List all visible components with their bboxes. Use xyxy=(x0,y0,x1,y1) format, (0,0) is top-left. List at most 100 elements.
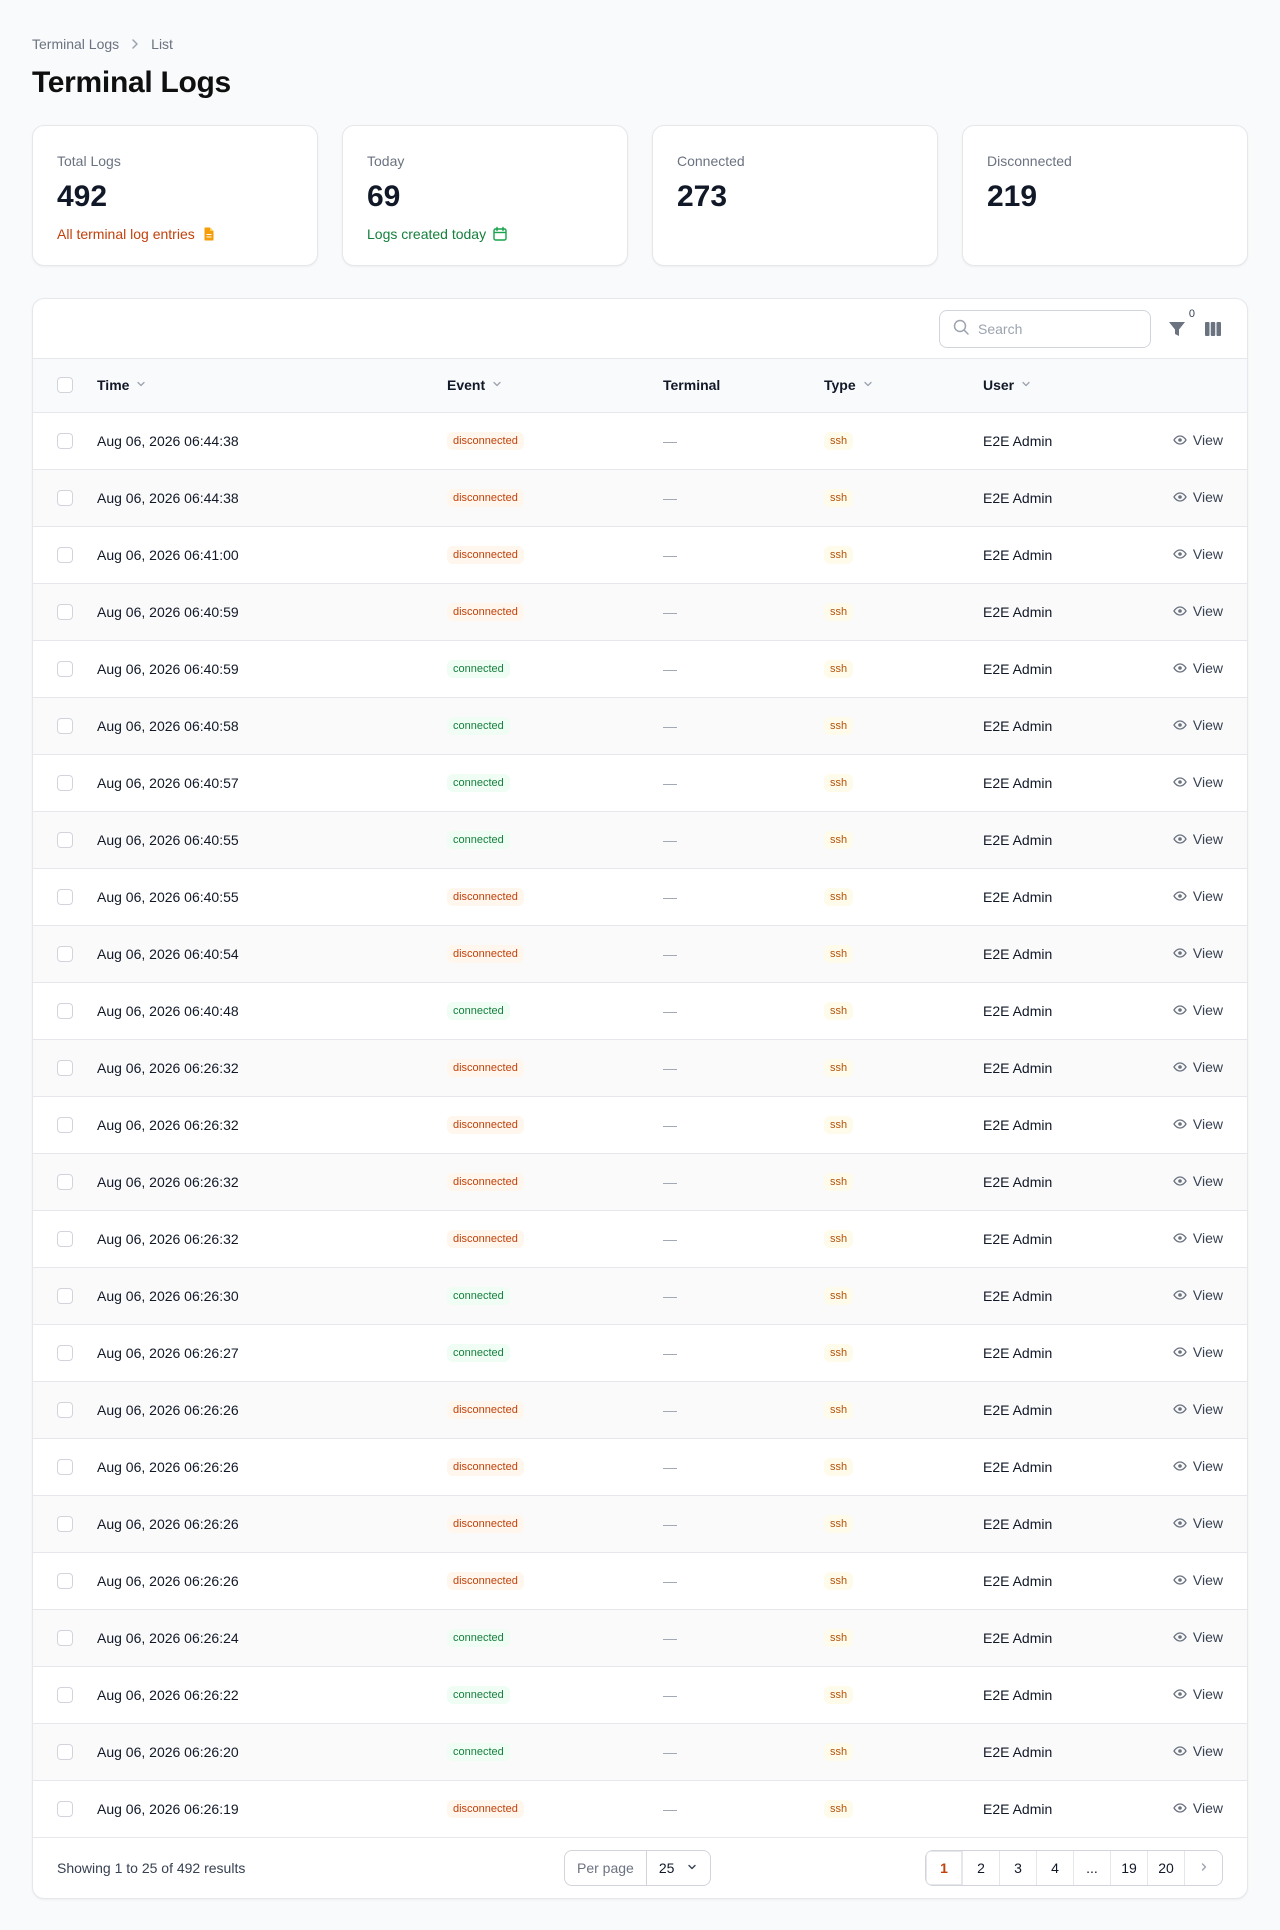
row-checkbox[interactable] xyxy=(57,1401,73,1418)
event-badge: connected xyxy=(447,717,510,735)
view-button[interactable]: View xyxy=(1173,1287,1223,1303)
view-button[interactable]: View xyxy=(1173,1230,1223,1246)
cell-type: ssh xyxy=(824,1780,983,1837)
row-checkbox[interactable] xyxy=(57,1059,73,1076)
view-button[interactable]: View xyxy=(1173,660,1223,676)
filter-button[interactable]: 0 xyxy=(1167,306,1197,339)
row-checkbox[interactable] xyxy=(57,432,73,449)
row-checkbox[interactable] xyxy=(57,1173,73,1190)
view-button[interactable]: View xyxy=(1173,1686,1223,1702)
cell-time: Aug 06, 2026 06:40:55 xyxy=(97,888,239,905)
row-checkbox[interactable] xyxy=(57,1686,73,1703)
row-select-cell xyxy=(33,640,97,697)
page-button[interactable]: 2 xyxy=(963,1850,1000,1885)
view-button[interactable]: View xyxy=(1173,1116,1223,1132)
column-header-event[interactable]: Event xyxy=(447,359,663,412)
page-button[interactable]: 20 xyxy=(1148,1850,1185,1885)
columns-toggle-button[interactable] xyxy=(1203,319,1223,339)
row-checkbox[interactable] xyxy=(57,888,73,905)
cell-event: disconnected xyxy=(447,1552,663,1609)
search-input[interactable] xyxy=(978,320,1138,337)
view-button[interactable]: View xyxy=(1173,945,1223,961)
cell-type: ssh xyxy=(824,1267,983,1324)
view-button[interactable]: View xyxy=(1173,1572,1223,1588)
row-checkbox[interactable] xyxy=(57,1002,73,1019)
cell-event: connected xyxy=(447,1267,663,1324)
view-button[interactable]: View xyxy=(1173,1059,1223,1075)
cell-terminal: — xyxy=(663,526,824,583)
chevron-down-icon xyxy=(1020,377,1032,393)
row-checkbox[interactable] xyxy=(57,1116,73,1133)
row-checkbox[interactable] xyxy=(57,1344,73,1361)
cell-event: disconnected xyxy=(447,1153,663,1210)
row-checkbox[interactable] xyxy=(57,1572,73,1589)
view-button[interactable]: View xyxy=(1173,1743,1223,1759)
view-button[interactable]: View xyxy=(1173,489,1223,505)
row-checkbox[interactable] xyxy=(57,1458,73,1475)
event-badge: disconnected xyxy=(447,489,524,507)
stat-description: Logs created today xyxy=(367,224,603,244)
page-button[interactable]: 4 xyxy=(1037,1850,1074,1885)
view-button[interactable]: View xyxy=(1173,1458,1223,1474)
search-box xyxy=(939,309,1151,348)
cell-time: Aug 06, 2026 06:26:32 xyxy=(97,1173,239,1190)
eye-icon xyxy=(1173,433,1187,447)
row-checkbox[interactable] xyxy=(57,1230,73,1247)
terminal-value: — xyxy=(663,1002,677,1019)
row-select-cell xyxy=(33,868,97,925)
column-header-user[interactable]: User xyxy=(983,359,1133,412)
row-checkbox[interactable] xyxy=(57,945,73,962)
event-badge: disconnected xyxy=(447,1116,524,1134)
row-checkbox[interactable] xyxy=(57,1743,73,1760)
select-all-checkbox[interactable] xyxy=(57,377,73,394)
column-header-time[interactable]: Time xyxy=(97,359,447,412)
view-button[interactable]: View xyxy=(1173,1800,1223,1816)
eye-icon xyxy=(1173,775,1187,789)
column-header-type[interactable]: Type xyxy=(824,359,983,412)
page-button[interactable]: 19 xyxy=(1111,1850,1148,1885)
view-button[interactable]: View xyxy=(1173,546,1223,562)
row-checkbox[interactable] xyxy=(57,1800,73,1817)
cell-actions: View xyxy=(1133,1381,1247,1438)
page-button[interactable]: 3 xyxy=(1000,1850,1037,1885)
terminal-value: — xyxy=(663,1059,677,1076)
row-checkbox[interactable] xyxy=(57,1629,73,1646)
row-select-cell xyxy=(33,811,97,868)
view-button[interactable]: View xyxy=(1173,1629,1223,1645)
cell-time: Aug 06, 2026 06:26:32 xyxy=(97,1116,239,1133)
row-checkbox[interactable] xyxy=(57,546,73,563)
row-checkbox[interactable] xyxy=(57,660,73,677)
row-checkbox[interactable] xyxy=(57,831,73,848)
cell-user: E2E Admin xyxy=(983,1686,1053,1703)
view-button[interactable]: View xyxy=(1173,603,1223,619)
view-button[interactable]: View xyxy=(1173,1173,1223,1189)
page-button[interactable]: 1 xyxy=(926,1850,963,1885)
view-button[interactable]: View xyxy=(1173,774,1223,790)
view-button[interactable]: View xyxy=(1173,1002,1223,1018)
row-checkbox[interactable] xyxy=(57,489,73,506)
terminal-value: — xyxy=(663,1458,677,1475)
row-checkbox[interactable] xyxy=(57,603,73,620)
breadcrumb-root-link[interactable]: Terminal Logs xyxy=(32,36,119,52)
view-button[interactable]: View xyxy=(1173,717,1223,733)
event-badge: disconnected xyxy=(447,1458,524,1476)
view-label: View xyxy=(1192,1229,1223,1246)
cell-user: E2E Admin xyxy=(983,1116,1053,1133)
type-badge: ssh xyxy=(824,1515,854,1533)
cell-terminal: — xyxy=(663,1039,824,1096)
view-button[interactable]: View xyxy=(1173,831,1223,847)
row-checkbox[interactable] xyxy=(57,1515,73,1532)
cell-time: Aug 06, 2026 06:26:32 xyxy=(97,1230,239,1247)
cell-user: E2E Admin xyxy=(983,1800,1053,1817)
type-badge: ssh xyxy=(824,1173,854,1191)
view-button[interactable]: View xyxy=(1173,1401,1223,1417)
row-checkbox[interactable] xyxy=(57,774,73,791)
per-page-select[interactable]: 25 xyxy=(647,1860,711,1876)
next-page-button[interactable] xyxy=(1185,1851,1222,1885)
row-checkbox[interactable] xyxy=(57,1287,73,1304)
view-button[interactable]: View xyxy=(1173,1344,1223,1360)
row-checkbox[interactable] xyxy=(57,717,73,734)
view-button[interactable]: View xyxy=(1173,432,1223,448)
view-button[interactable]: View xyxy=(1173,888,1223,904)
view-button[interactable]: View xyxy=(1173,1515,1223,1531)
